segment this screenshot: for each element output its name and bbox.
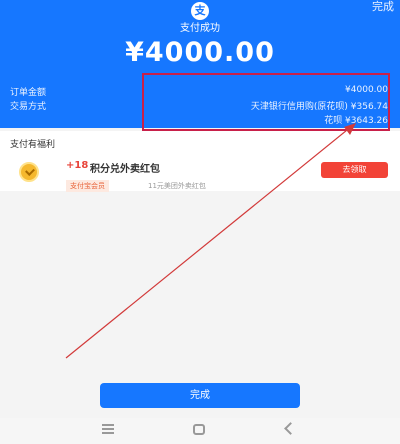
header-done-button[interactable]: 完成: [372, 0, 394, 14]
benefit-points: +18: [66, 160, 89, 171]
back-icon[interactable]: [284, 422, 297, 435]
highlight-annotation-box: [142, 73, 390, 131]
benefits-card: 支付有福利 +18 积分兑外卖红包 支付宝会员 11元美团外卖红包: [0, 131, 400, 192]
system-nav-bar: [0, 418, 400, 444]
menu-icon[interactable]: [102, 424, 114, 434]
coin-icon: [19, 162, 39, 182]
benefit-title: 积分兑外卖红包: [90, 164, 160, 175]
payment-method-label: 交易方式: [10, 102, 47, 112]
order-amount-label: 订单金额: [10, 88, 47, 98]
member-tag: 支付宝会员: [66, 180, 109, 192]
done-button[interactable]: 完成: [100, 383, 300, 408]
payment-amount: ¥4000.00: [125, 37, 275, 68]
claim-button[interactable]: 去领取: [321, 162, 388, 178]
benefit-description: 11元美团外卖红包: [148, 182, 206, 190]
payment-success-title: 支付成功: [180, 23, 220, 34]
home-icon[interactable]: [193, 424, 205, 435]
alipay-logo-icon: 支: [191, 2, 209, 20]
benefits-section-title: 支付有福利: [10, 140, 56, 150]
